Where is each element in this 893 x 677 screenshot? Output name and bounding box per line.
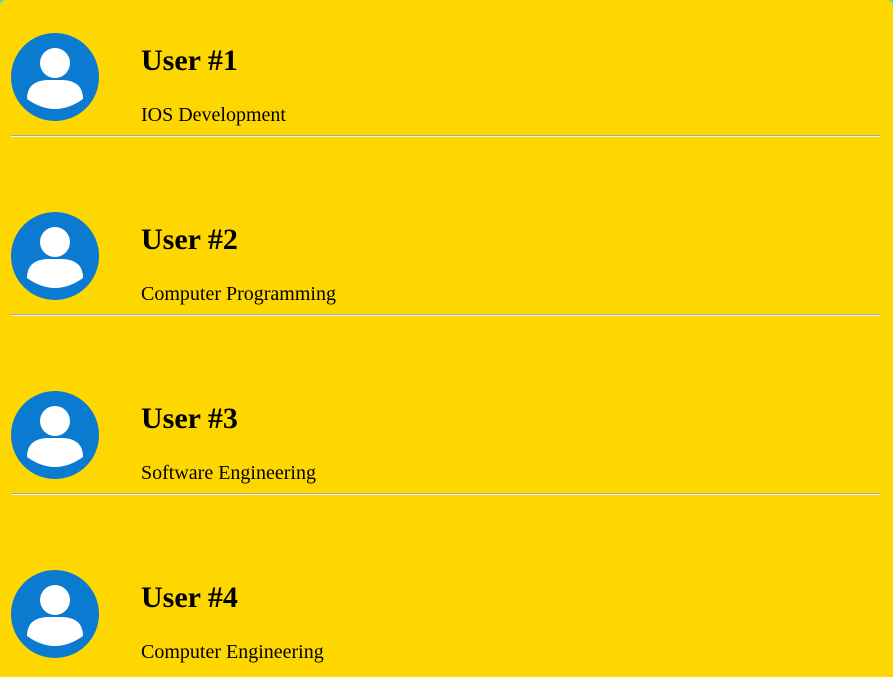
user-role: IOS Development [141, 104, 286, 126]
user-avatar-icon [11, 212, 99, 300]
divider [11, 493, 880, 495]
user-role: Software Engineering [141, 462, 316, 484]
user-list-item[interactable]: User #3 Software Engineering [11, 391, 880, 495]
user-avatar-icon [11, 570, 99, 658]
user-list-panel: User #1 IOS Development User #2 Computer… [0, 0, 893, 677]
user-name: User #1 [141, 44, 238, 77]
user-list-item[interactable]: User #4 Computer Engineering [11, 570, 880, 674]
user-list-item[interactable]: User #2 Computer Programming [11, 212, 880, 316]
divider [11, 314, 880, 316]
user-avatar-icon [11, 33, 99, 121]
user-name: User #2 [141, 223, 238, 256]
user-role: Computer Engineering [141, 641, 324, 663]
user-name: User #3 [141, 402, 238, 435]
user-role: Computer Programming [141, 283, 336, 305]
divider [11, 135, 880, 137]
user-name: User #4 [141, 581, 238, 614]
user-list-item[interactable]: User #1 IOS Development [11, 33, 880, 137]
user-avatar-icon [11, 391, 99, 479]
